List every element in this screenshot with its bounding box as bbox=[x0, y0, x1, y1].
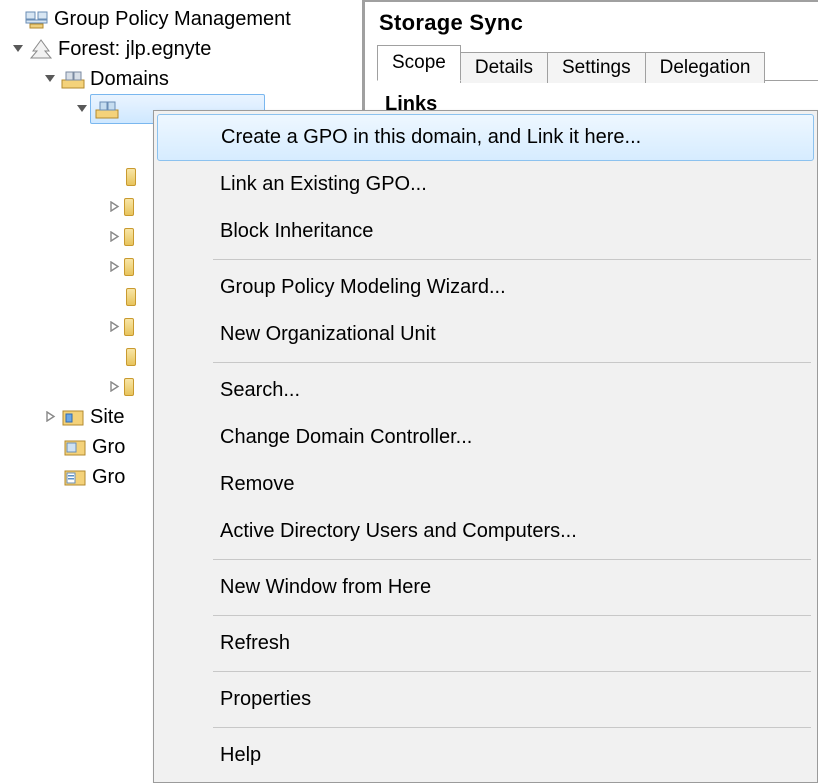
menu-new-ou[interactable]: New Organizational Unit bbox=[157, 311, 814, 358]
menu-item-label: Remove bbox=[220, 473, 294, 496]
menu-item-label: New Organizational Unit bbox=[220, 323, 436, 346]
tab-details[interactable]: Details bbox=[460, 52, 548, 83]
tree-domains-label: Domains bbox=[90, 67, 169, 91]
expander-closed-icon[interactable] bbox=[42, 408, 58, 424]
context-menu: Create a GPO in this domain, and Link it… bbox=[153, 110, 818, 783]
mmc-root-icon bbox=[24, 8, 50, 30]
gp-modeling-icon bbox=[62, 436, 88, 458]
menu-properties[interactable]: Properties bbox=[157, 676, 814, 723]
menu-block-inheritance[interactable]: Block Inheritance bbox=[157, 208, 814, 255]
menu-help[interactable]: Help bbox=[157, 732, 814, 779]
tree-root-label: Group Policy Management bbox=[54, 7, 291, 31]
menu-refresh[interactable]: Refresh bbox=[157, 620, 814, 667]
menu-item-label: Active Directory Users and Computers... bbox=[220, 520, 577, 543]
menu-item-label: Group Policy Modeling Wizard... bbox=[220, 276, 506, 299]
expander-closed-icon[interactable] bbox=[106, 378, 122, 394]
menu-search[interactable]: Search... bbox=[157, 367, 814, 414]
tree-domains[interactable]: Domains bbox=[0, 64, 362, 94]
forest-icon bbox=[28, 38, 54, 60]
menu-create-gpo[interactable]: Create a GPO in this domain, and Link it… bbox=[157, 114, 814, 161]
folder-icon bbox=[124, 228, 134, 246]
tree-root[interactable]: ▶ Group Policy Management bbox=[0, 4, 362, 34]
folder-icon bbox=[124, 198, 134, 216]
expander-closed-icon[interactable] bbox=[106, 318, 122, 334]
menu-change-dc[interactable]: Change Domain Controller... bbox=[157, 414, 814, 461]
page-title: Storage Sync bbox=[379, 10, 818, 36]
tree-forest-label: Forest: jlp.egnyte bbox=[58, 37, 211, 61]
menu-link-existing-gpo[interactable]: Link an Existing GPO... bbox=[157, 161, 814, 208]
menu-item-label: Block Inheritance bbox=[220, 220, 373, 243]
tree-sites-label: Site bbox=[90, 405, 124, 429]
menu-new-window[interactable]: New Window from Here bbox=[157, 564, 814, 611]
tab-scope[interactable]: Scope bbox=[377, 45, 461, 81]
tab-bar: Scope Details Settings Delegation bbox=[377, 44, 818, 80]
menu-item-label: Create a GPO in this domain, and Link it… bbox=[221, 126, 641, 149]
menu-item-label: New Window from Here bbox=[220, 576, 431, 599]
expander-open-icon[interactable] bbox=[74, 100, 90, 116]
tab-settings[interactable]: Settings bbox=[547, 52, 646, 83]
menu-gp-modeling-wizard[interactable]: Group Policy Modeling Wizard... bbox=[157, 264, 814, 311]
menu-item-label: Refresh bbox=[220, 632, 290, 655]
expander-closed-icon[interactable] bbox=[106, 258, 122, 274]
folder-icon bbox=[124, 378, 134, 396]
expander-closed-icon[interactable] bbox=[106, 198, 122, 214]
gp-results-icon bbox=[62, 466, 88, 488]
menu-item-label: Help bbox=[220, 744, 261, 767]
sites-icon bbox=[60, 406, 86, 428]
expander-open-icon[interactable] bbox=[10, 40, 26, 56]
menu-item-label: Change Domain Controller... bbox=[220, 426, 472, 449]
menu-separator bbox=[213, 615, 811, 616]
menu-item-label: Search... bbox=[220, 379, 300, 402]
folder-icon bbox=[126, 288, 136, 306]
tree-gp-results-label: Gro bbox=[92, 465, 125, 489]
tree-forest[interactable]: Forest: jlp.egnyte bbox=[0, 34, 362, 64]
menu-separator bbox=[213, 727, 811, 728]
folder-icon bbox=[124, 258, 134, 276]
tab-delegation[interactable]: Delegation bbox=[645, 52, 766, 83]
expander-open-icon[interactable] bbox=[42, 70, 58, 86]
menu-item-label: Properties bbox=[220, 688, 311, 711]
folder-icon bbox=[126, 168, 136, 186]
folder-icon bbox=[126, 348, 136, 366]
menu-separator bbox=[213, 259, 811, 260]
menu-aduc[interactable]: Active Directory Users and Computers... bbox=[157, 508, 814, 555]
folder-icon bbox=[124, 318, 134, 336]
menu-separator bbox=[213, 362, 811, 363]
domains-icon bbox=[60, 68, 86, 90]
menu-separator bbox=[213, 559, 811, 560]
tree-gp-modeling-label: Gro bbox=[92, 435, 125, 459]
menu-remove[interactable]: Remove bbox=[157, 461, 814, 508]
menu-item-label: Link an Existing GPO... bbox=[220, 173, 427, 196]
menu-separator bbox=[213, 671, 811, 672]
expander-closed-icon[interactable] bbox=[106, 228, 122, 244]
domain-icon bbox=[94, 98, 120, 120]
